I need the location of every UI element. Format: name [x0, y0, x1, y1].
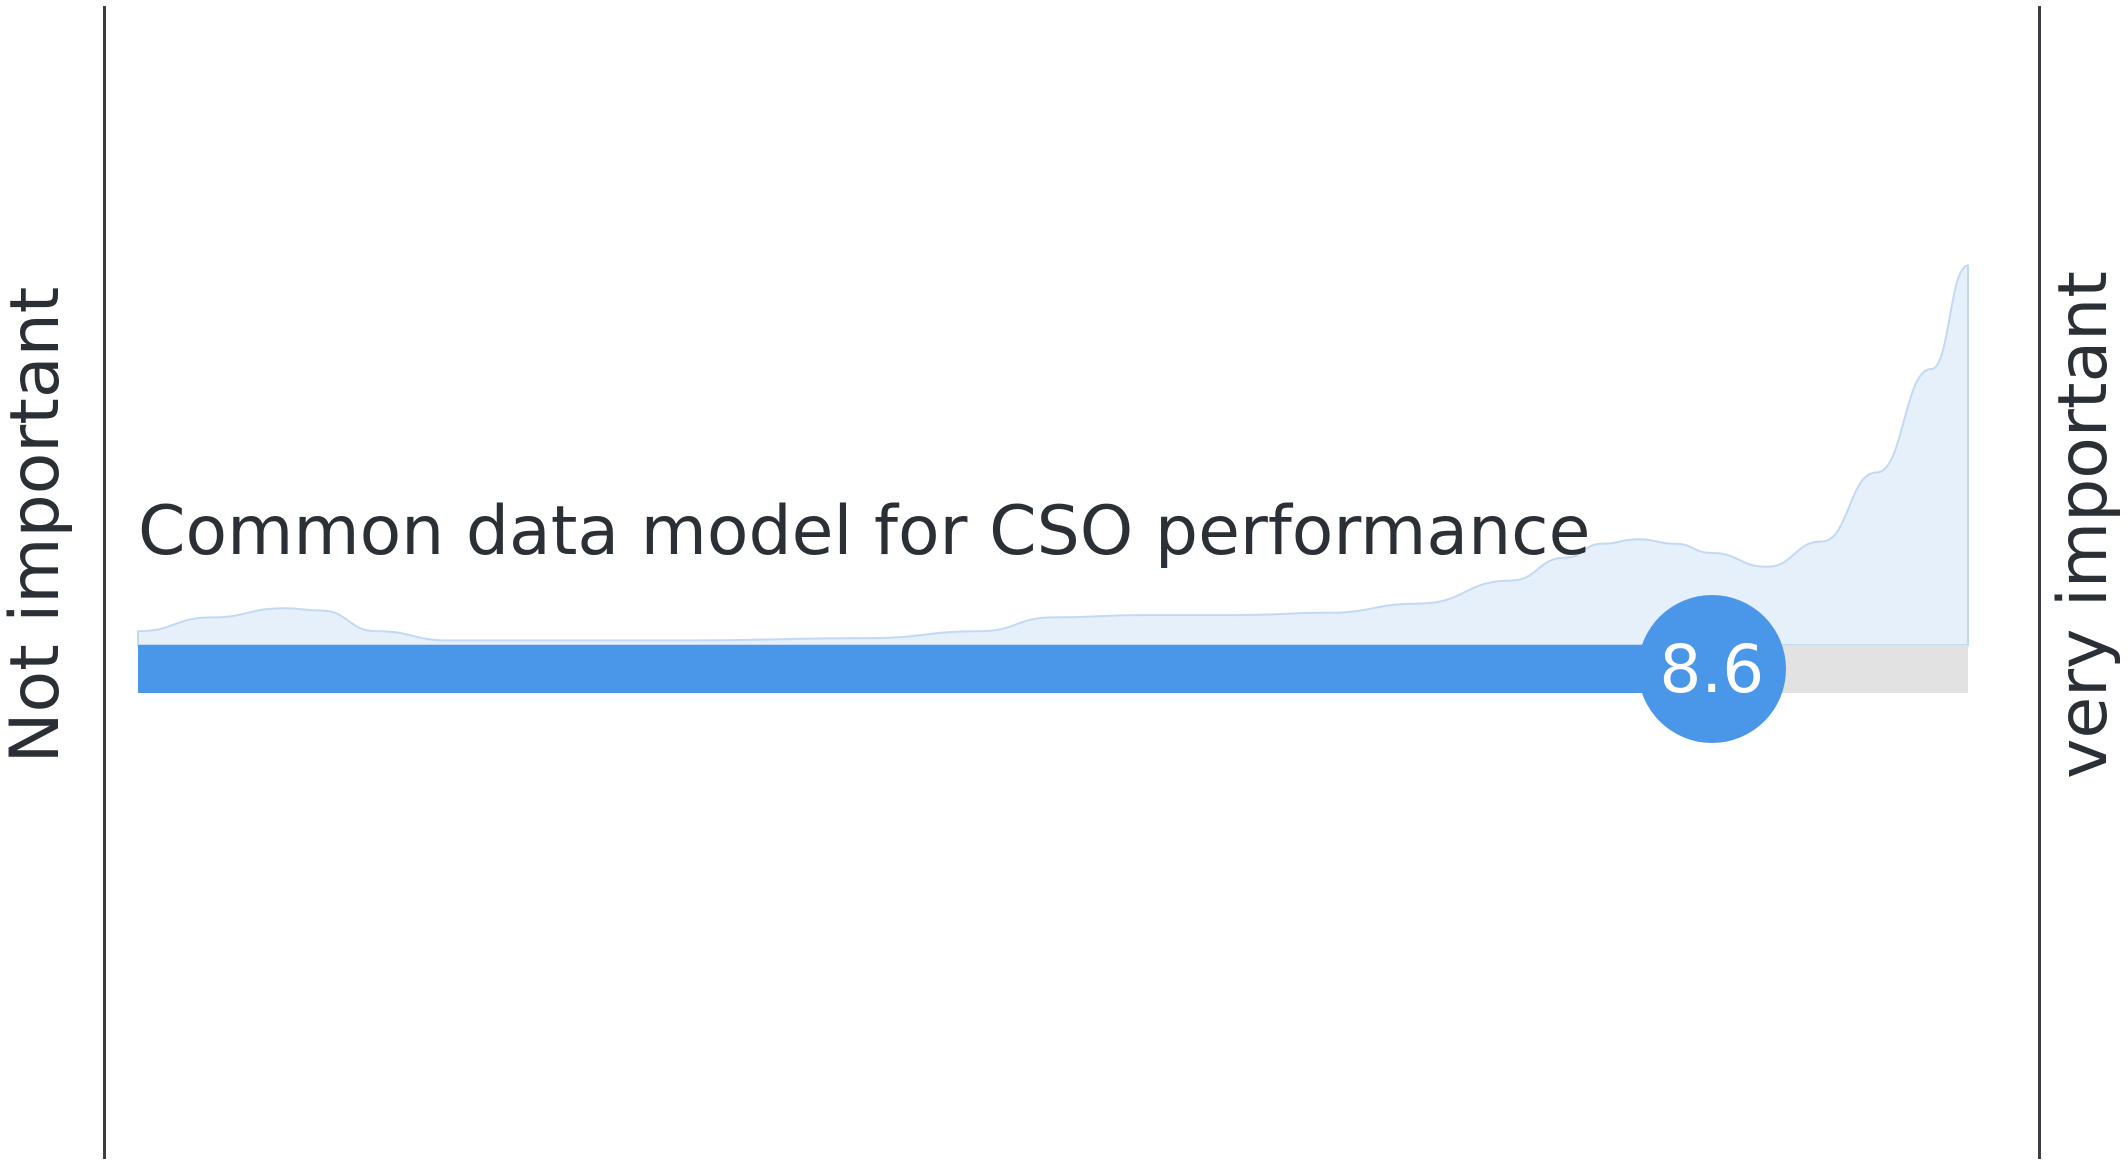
- item-title: Common data model for CSO performance: [138, 492, 1591, 571]
- rating-bar-fill: [138, 645, 1712, 693]
- response-distribution-area: [137, 264, 1969, 646]
- score-value: 8.6: [1659, 630, 1765, 708]
- score-bubble[interactable]: 8.6: [1637, 595, 1786, 743]
- rating-chart: [137, 264, 1969, 693]
